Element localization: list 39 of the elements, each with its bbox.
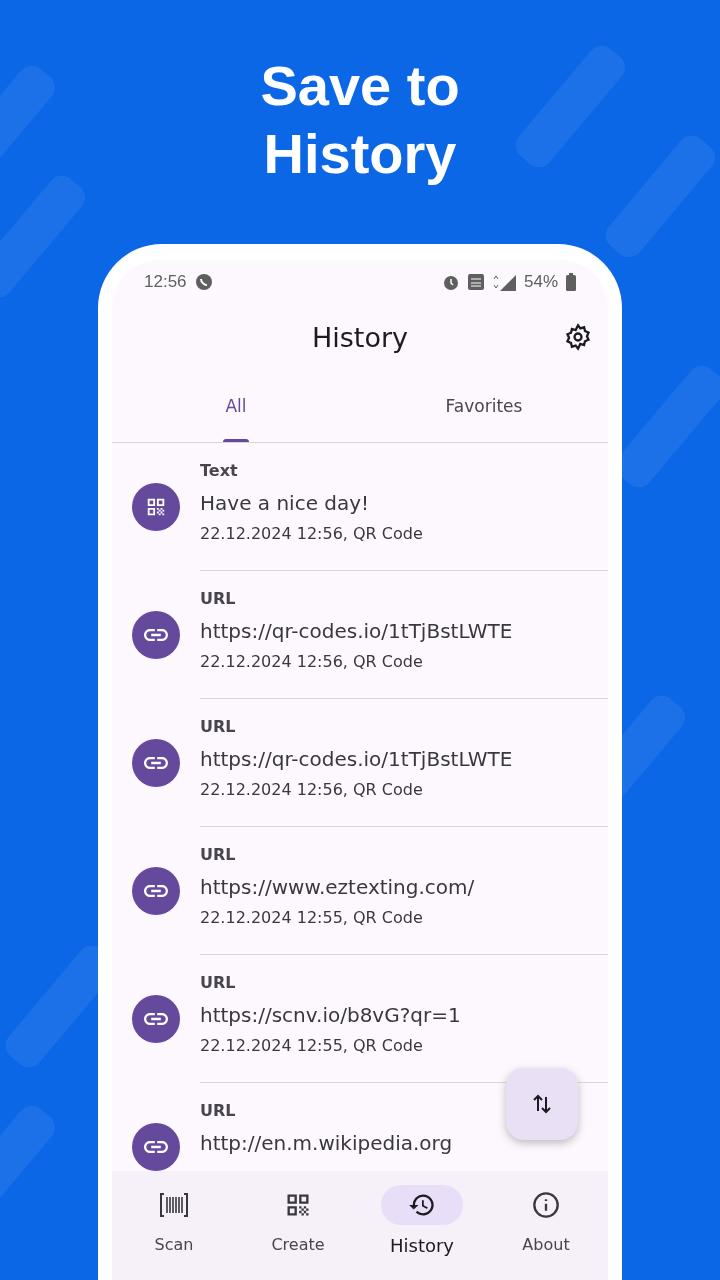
item-meta: 22.12.2024 12:55, QR Code	[200, 1035, 423, 1057]
item-content: Have a nice day!	[200, 490, 370, 517]
nav-item[interactable]: Scan	[112, 1185, 236, 1280]
item-content: https://www.eztexting.com/	[200, 874, 475, 901]
nav-item[interactable]: About	[484, 1185, 608, 1280]
status-time: 12:56	[144, 272, 187, 292]
item-meta: 22.12.2024 12:56, QR Code	[200, 779, 423, 801]
item-content: https://scnv.io/b8vG?qr=1	[200, 1002, 461, 1029]
item-type: URL	[200, 1101, 236, 1121]
link-icon	[144, 884, 168, 897]
link-icon	[144, 1012, 168, 1025]
nav-item[interactable]: History	[360, 1185, 484, 1280]
swap-vertical-icon	[531, 1093, 553, 1115]
link-icon	[144, 756, 168, 769]
item-meta: 22.12.2024 12:56, QR Code	[200, 523, 423, 545]
item-meta: 22.12.2024 12:56, QR Code	[200, 651, 423, 673]
tab[interactable]: Favorites	[360, 370, 608, 442]
headline: Save to History	[259, 53, 461, 187]
barcode-scan-icon	[159, 1192, 189, 1218]
settings-icon[interactable]	[564, 323, 592, 351]
item-type: URL	[200, 717, 236, 737]
info-icon	[532, 1191, 560, 1219]
item-type: URL	[200, 845, 236, 865]
alarm-icon	[441, 273, 460, 291]
item-type: Text	[200, 461, 238, 481]
link-icon	[144, 1140, 168, 1153]
item-content: https://qr-codes.io/1tTjBstLWTE	[200, 746, 513, 773]
signal-icon	[491, 273, 516, 291]
item-content: https://qr-codes.io/1tTjBstLWTE	[200, 618, 513, 645]
item-content: http://en.m.wikipedia.org	[200, 1130, 453, 1157]
tab[interactable]: All	[112, 370, 360, 442]
link-icon	[144, 628, 168, 641]
screen-title: History	[311, 321, 409, 353]
battery-percent: 54%	[523, 272, 558, 292]
item-type: URL	[200, 973, 236, 993]
item-type: URL	[200, 589, 236, 609]
nav-item[interactable]: Create	[236, 1185, 360, 1280]
item-meta: 22.12.2024 12:55, QR Code	[200, 907, 423, 929]
battery-icon	[566, 273, 576, 291]
